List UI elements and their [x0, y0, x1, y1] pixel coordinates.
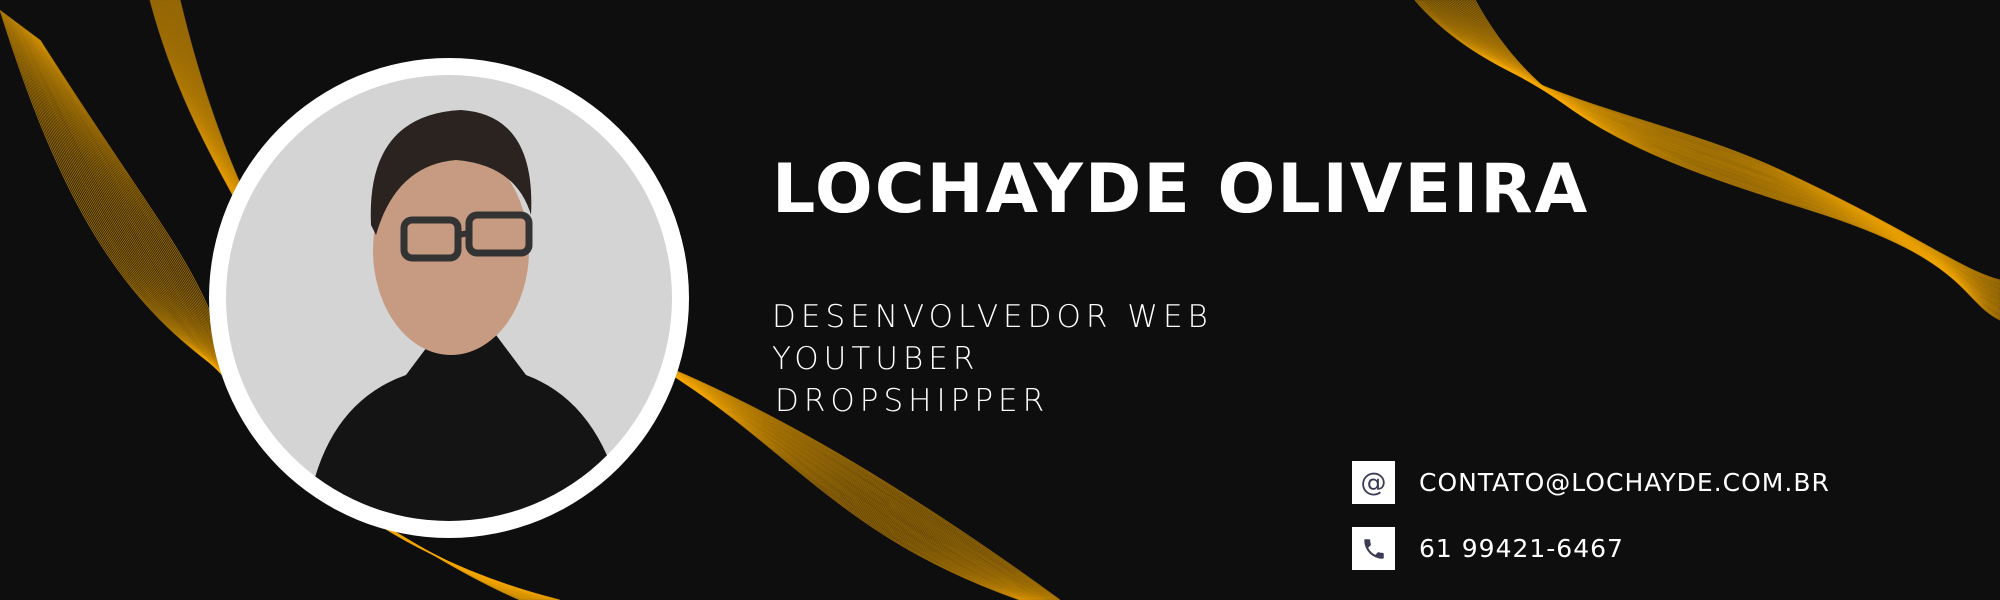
contact-email[interactable]: @ CONTATO@LOCHAYDE.COM.BR [1352, 461, 1830, 504]
profile-name: LOCHAYDE OLIVEIRA [772, 150, 1590, 229]
phone-text[interactable]: 61 99421-6467 [1419, 534, 1624, 563]
contact-phone[interactable]: 61 99421-6467 [1352, 527, 1624, 570]
person-photo [306, 110, 626, 521]
profile-photo [209, 58, 689, 538]
role-item: DESENVOLVEDOR WEB [772, 299, 1213, 335]
email-text[interactable]: CONTATO@LOCHAYDE.COM.BR [1419, 468, 1830, 497]
phone-icon [1352, 527, 1395, 570]
at-icon: @ [1352, 461, 1395, 504]
role-item: YOUTUBER [772, 341, 980, 377]
profile-roles: DESENVOLVEDOR WEB YOUTUBER DROPSHIPPER [772, 296, 1213, 422]
role-item: DROPSHIPPER [775, 383, 1050, 419]
